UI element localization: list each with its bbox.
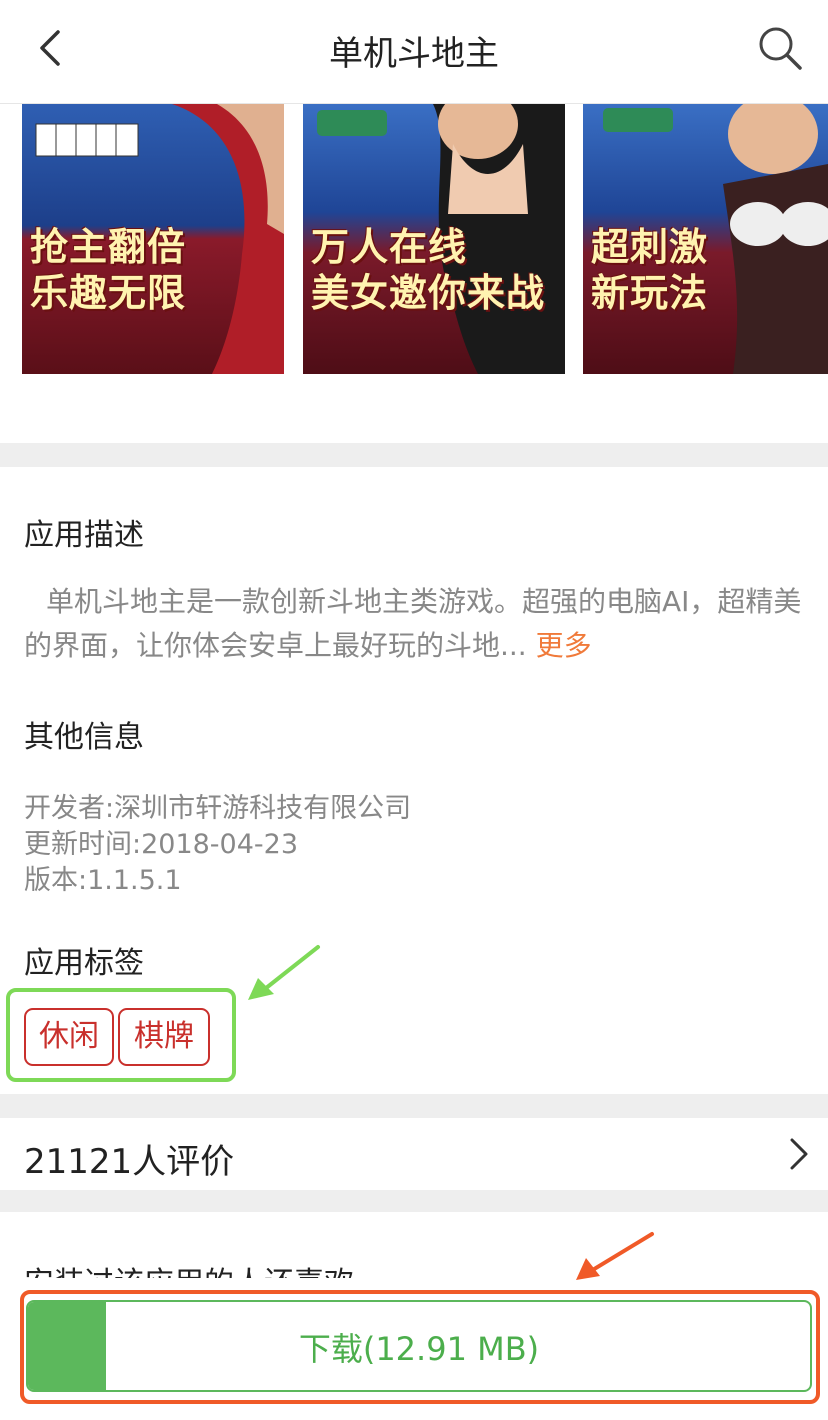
other-info-title: 其他信息 bbox=[24, 720, 144, 755]
search-icon bbox=[759, 27, 802, 70]
download-label: 下载(12.91 MB) bbox=[298, 1330, 540, 1368]
orange-arrow-icon bbox=[576, 1232, 654, 1280]
screenshot-3[interactable]: 超刺激 新玩法 bbox=[583, 104, 828, 374]
tags-title: 应用标签 bbox=[24, 946, 144, 981]
screenshot-caption: 万人在线 美女邀你来战 bbox=[311, 225, 546, 315]
tag-board-card[interactable]: 棋牌 bbox=[118, 1008, 210, 1066]
description-title: 应用描述 bbox=[24, 518, 144, 553]
screenshot-1[interactable]: 抢主翻倍 乐趣无限 bbox=[22, 104, 284, 374]
description-text: 单机斗地主是一款创新斗地主类游戏。超强的电脑AI，超精美的界面，让你体会安卓上最… bbox=[24, 580, 814, 668]
green-arrow-icon bbox=[248, 945, 320, 1000]
screenshot-caption: 超刺激 新玩法 bbox=[591, 225, 709, 315]
more-link[interactable]: 更多 bbox=[536, 629, 592, 662]
version-info: 版本:1.1.5.1 bbox=[24, 865, 182, 896]
tag-leisure[interactable]: 休闲 bbox=[24, 1008, 114, 1066]
developer-info: 开发者:深圳市轩游科技有限公司 bbox=[24, 793, 412, 824]
ratings-row[interactable]: 21121人评价 bbox=[0, 1118, 828, 1190]
page-title: 单机斗地主 bbox=[329, 34, 499, 74]
search-button[interactable] bbox=[754, 22, 806, 74]
section-divider bbox=[0, 443, 828, 467]
related-apps-title: 安装过该应用的人还喜欢 bbox=[24, 1258, 354, 1278]
app-header: 单机斗地主 bbox=[0, 0, 828, 104]
chevron-right-icon bbox=[790, 1138, 808, 1170]
ratings-count: 21121人评价 bbox=[24, 1142, 235, 1182]
section-divider bbox=[0, 1190, 828, 1212]
screenshot-2[interactable]: 万人在线 美女邀你来战 bbox=[303, 104, 565, 374]
download-button[interactable]: 下载(12.91 MB) bbox=[26, 1300, 812, 1392]
screenshot-caption: 抢主翻倍 乐趣无限 bbox=[30, 225, 187, 315]
section-divider bbox=[0, 1094, 828, 1118]
update-date-info: 更新时间:2018-04-23 bbox=[24, 829, 299, 860]
screenshot-carousel[interactable]: 抢主翻倍 乐趣无限 万人在线 美女邀你来战 超刺激 新玩法 bbox=[0, 104, 828, 376]
description-body: 单机斗地主是一款创新斗地主类游戏。超强的电脑AI，超精美的界面，让你体会安卓上最… bbox=[24, 585, 802, 662]
